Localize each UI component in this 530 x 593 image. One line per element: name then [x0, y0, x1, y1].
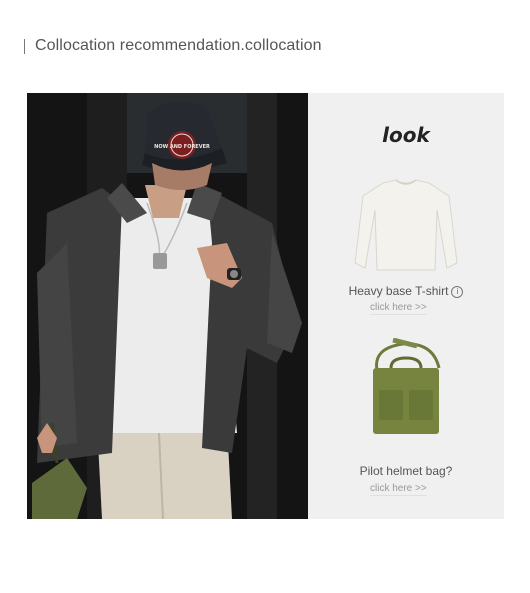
click-here-link-tshirt[interactable]: click here >>	[370, 302, 427, 315]
look-panel: look Heavy base T-shirt i click here >> P…	[308, 93, 504, 519]
model-photo-illustration: NOW AND FOREVER	[27, 93, 308, 519]
section-header: Collocation recommendation.collocation	[24, 37, 322, 55]
info-icon[interactable]: i	[451, 285, 464, 298]
section-title: Collocation recommendation.collocation	[35, 37, 322, 54]
product-title-tshirt: Heavy base T-shirt i	[308, 284, 504, 298]
model-photo: NOW AND FOREVER	[27, 93, 308, 519]
tshirt-product-image[interactable]	[351, 178, 461, 278]
cap-badge-text: NOW AND FOREVER	[154, 144, 210, 150]
pilot-bag-product-image[interactable]	[363, 338, 449, 438]
product-title-bag: Pilot helmet bag?	[359, 464, 453, 478]
click-here-link-bag[interactable]: click here >>	[370, 483, 427, 496]
look-label: look	[382, 123, 430, 147]
header-divider	[24, 38, 25, 54]
